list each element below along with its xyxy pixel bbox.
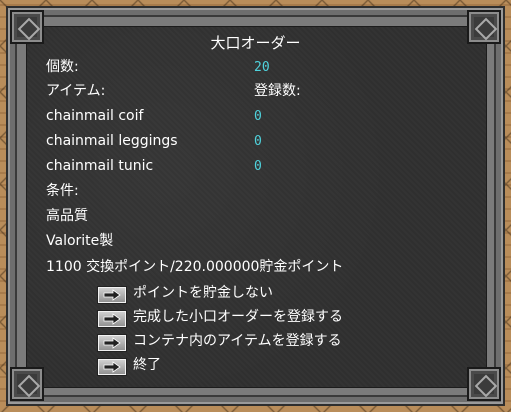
item-count: 0 [254, 159, 262, 174]
item-name: chainmail coif [46, 108, 144, 124]
option-label: ポイントを貯金しない [133, 285, 273, 301]
item-name: chainmail leggings [46, 133, 178, 149]
reward-text: 1100 交換ポイント/220.000000貯金ポイント [46, 259, 344, 275]
corner-ornament [467, 367, 501, 401]
item-name: chainmail tunic [46, 158, 154, 174]
quantity-value: 20 [254, 60, 270, 75]
arrow-right-icon [103, 313, 121, 325]
quantity-label: 個数: [46, 59, 79, 75]
dialog-title: 大口オーダー [210, 34, 301, 52]
arrow-right-icon [103, 361, 121, 373]
option-label: 完成した小口オーダーを登録する [133, 309, 343, 325]
corner-ornament [10, 367, 44, 401]
item-count: 0 [254, 109, 262, 124]
register-container-items-button[interactable] [97, 334, 127, 352]
option-label: 終了 [133, 357, 161, 373]
conditions-label: 条件: [46, 183, 79, 199]
exit-button[interactable] [97, 358, 127, 376]
registered-header: 登録数: [254, 83, 301, 99]
material-condition: Valorite製 [46, 233, 114, 249]
register-small-orders-button[interactable] [97, 310, 127, 328]
arrow-right-icon [103, 289, 121, 301]
arrow-right-icon [103, 337, 121, 349]
quality-condition: 高品質 [46, 208, 88, 224]
item-count: 0 [254, 134, 262, 149]
option-label: コンテナ内のアイテムを登録する [133, 333, 342, 349]
items-header: アイテム: [46, 83, 106, 99]
no-savings-button[interactable] [97, 286, 127, 304]
